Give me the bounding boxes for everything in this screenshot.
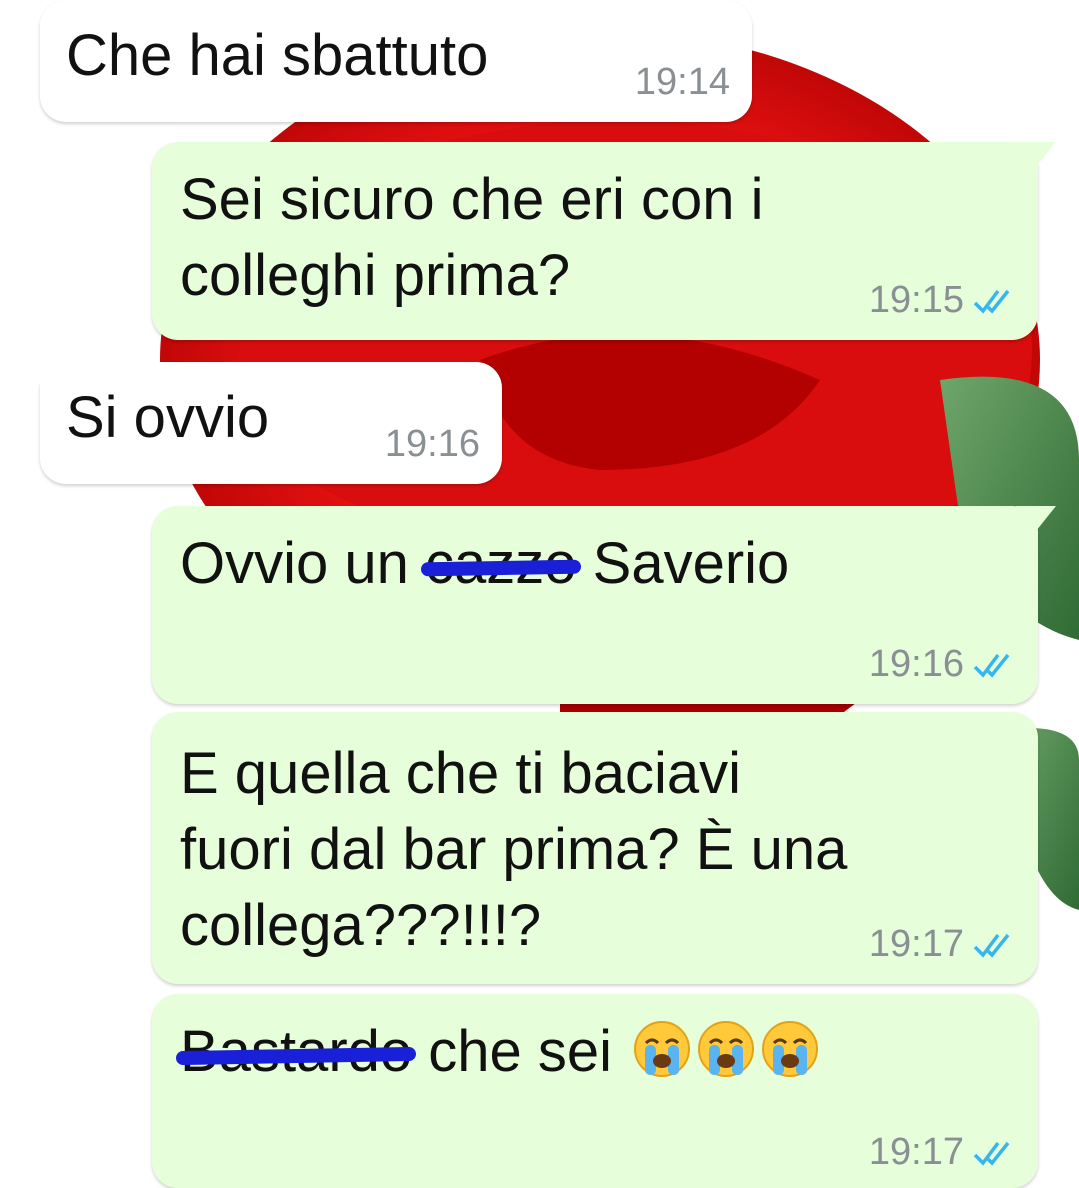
message-time: 19:15: [868, 279, 964, 321]
message-meta: 19:16: [385, 423, 480, 466]
message-fragment: Ovvio un: [180, 531, 425, 596]
message-text: Si ovvio: [66, 385, 270, 450]
message-meta: 19:17: [869, 1131, 1016, 1174]
loudly-crying-face-icon: [698, 1021, 755, 1077]
outgoing-message[interactable]: E quella che ti baciavi fuori dal bar pr…: [152, 712, 1038, 984]
message-text: Che hai sbattuto: [66, 23, 489, 88]
message-time: 19:14: [634, 61, 730, 103]
scribble-strikethrough: [420, 559, 581, 577]
message-time: 19:17: [868, 923, 964, 965]
loudly-crying-face-icon: [762, 1021, 819, 1077]
message-meta: 19:14: [635, 61, 730, 104]
double-check-read-icon: [973, 289, 1010, 314]
message-text: E quella che ti baciavi fuori dal bar pr…: [180, 736, 847, 964]
double-check-read-icon: [973, 653, 1010, 678]
message-meta: 19:16: [869, 643, 1016, 686]
outgoing-message[interactable]: Bastardo che sei 19:17: [152, 994, 1038, 1188]
bubble-tail: [22, 362, 62, 392]
message-time: 19:17: [868, 1131, 964, 1173]
message-text: Ovvio un cazzo Saverio: [180, 526, 789, 602]
message-line: collega???!!!?: [180, 893, 542, 958]
message-line: fuori dal bar prima? È una: [180, 817, 848, 882]
message-meta: 19:17: [869, 923, 1016, 966]
incoming-message[interactable]: Che hai sbattuto 19:14: [40, 0, 752, 122]
message-line: E quella che ti baciavi: [180, 741, 741, 806]
outgoing-message[interactable]: Sei sicuro che eri con i colleghi prima?…: [152, 142, 1056, 340]
loudly-crying-face-icon: [634, 1021, 691, 1077]
message-line: Sei sicuro che eri con i: [180, 167, 764, 232]
outgoing-message[interactable]: Ovvio un cazzo Saverio 19:16: [152, 506, 1056, 704]
message-text: Sei sicuro che eri con i colleghi prima?: [180, 162, 763, 314]
bubble-tail: [1016, 142, 1056, 172]
message-fragment: che sei: [412, 1019, 629, 1084]
struck-word: cazzo: [420, 526, 581, 602]
message-text: Bastardo che sei: [175, 1014, 820, 1090]
double-check-read-icon: [973, 1141, 1010, 1166]
double-check-read-icon: [973, 933, 1010, 958]
message-meta: 19:15: [869, 279, 1016, 322]
message-line: colleghi prima?: [180, 243, 571, 308]
message-time: 19:16: [384, 423, 480, 465]
bubble-tail: [1016, 506, 1056, 536]
message-time: 19:16: [868, 643, 964, 685]
struck-word: Bastardo: [175, 1014, 417, 1090]
incoming-message[interactable]: Si ovvio 19:16: [22, 362, 502, 484]
message-fragment: Saverio: [576, 531, 790, 596]
